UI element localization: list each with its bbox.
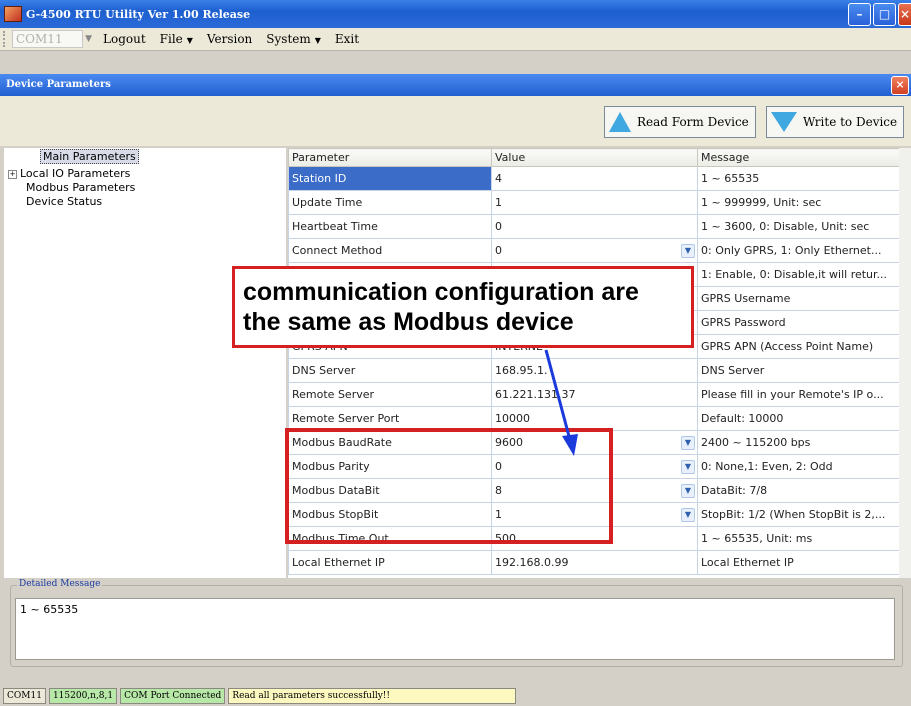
chevron-down-icon: ▼ <box>186 36 193 45</box>
parameter-tree: Main Parameters + Local IO Parameters Mod… <box>4 148 286 578</box>
menu-version[interactable]: Version <box>207 32 252 46</box>
status-message: Read all parameters successfully!! <box>228 688 517 704</box>
detailed-message-group: Detailed Message 1 ~ 65535 <box>10 579 903 667</box>
download-icon <box>771 112 797 132</box>
app-icon <box>4 6 22 22</box>
annotation-arrow <box>544 349 578 456</box>
detailed-message-text: 1 ~ 65535 <box>15 598 895 660</box>
menu-exit[interactable]: Exit <box>335 32 359 46</box>
toolbar-grip-icon <box>3 31 8 47</box>
status-bar: COM11 115200,n,8,1 COM Port Connected Re… <box>0 686 911 706</box>
table-row[interactable]: DNS Server 168.95.1. DNS Server <box>288 358 908 383</box>
dropdown-arrow-icon[interactable]: ▼ <box>681 244 695 258</box>
table-row[interactable]: Station ID 4 1 ~ 65535 <box>288 166 908 191</box>
read-from-device-button[interactable]: Read Form Device <box>604 106 756 138</box>
annotation-line-1: communication configuration are <box>243 278 639 306</box>
table-row[interactable]: Remote Server 61.221.131.37 Please fill in… <box>288 382 908 407</box>
grid-header-row: Parameter Value Message <box>288 148 908 167</box>
window-title: G-4500 RTU Utility Ver 1.00 Release <box>26 7 251 21</box>
status-setting: 115200,n,8,1 <box>48 688 118 704</box>
dialog-close-button[interactable]: × <box>891 76 909 95</box>
minimize-button[interactable]: – <box>848 3 871 26</box>
table-row[interactable]: Heartbeat Time 0 1 ~ 3600, 0: Disable, Uni… <box>288 214 908 239</box>
close-button[interactable]: × <box>898 3 911 26</box>
com-port-select[interactable]: COM11 ▼ <box>12 30 92 48</box>
column-header-message[interactable]: Message <box>697 148 908 167</box>
tree-item-modbus-parameters[interactable]: Modbus Parameters <box>26 181 135 195</box>
write-to-device-button[interactable]: Write to Device <box>766 106 905 138</box>
annotation-line-2: the same as Modbus device <box>243 308 574 336</box>
title-bar: G-4500 RTU Utility Ver 1.00 Release – □ … <box>0 0 911 28</box>
status-connection: COM Port Connected <box>120 688 226 704</box>
detailed-message-label: Detailed Message <box>17 579 103 589</box>
dropdown-arrow-icon[interactable]: ▼ <box>681 436 695 450</box>
dropdown-arrow-icon[interactable]: ▼ <box>681 484 695 498</box>
tree-item-main-parameters[interactable]: Main Parameters <box>40 149 139 164</box>
table-row[interactable]: Remote Server Port 10000 Default: 10000 <box>288 406 908 431</box>
grid-scrollbar[interactable] <box>899 148 911 578</box>
expand-icon[interactable]: + <box>8 169 17 179</box>
dropdown-arrow-icon[interactable]: ▼ <box>681 460 695 474</box>
window-controls: – □ × <box>848 3 911 26</box>
status-port: COM11 <box>3 688 46 704</box>
tree-item-device-status[interactable]: Device Status <box>26 195 102 209</box>
dialog-header: Device Parameters × <box>0 74 911 96</box>
table-row[interactable]: Local Ethernet IP 192.168.0.99 Local Ether… <box>288 550 908 575</box>
tree-item-local-io-parameters[interactable]: + Local IO Parameters <box>8 167 130 181</box>
annotation-callout: communication configuration are the same… <box>232 266 694 348</box>
dropdown-arrow-icon[interactable]: ▼ <box>681 508 695 522</box>
menu-file[interactable]: File ▼ <box>160 32 193 46</box>
table-row[interactable]: Connect Method 0 ▼ 0: Only GPRS, 1: Only Et… <box>288 238 908 263</box>
menu-logout[interactable]: Logout <box>103 32 146 46</box>
chevron-down-icon: ▼ <box>314 36 321 45</box>
dialog-title: Device Parameters <box>6 79 111 90</box>
column-header-parameter[interactable]: Parameter <box>288 148 492 167</box>
column-header-value[interactable]: Value <box>491 148 698 167</box>
toolstrip: Read Form Device Write to Device <box>0 96 911 146</box>
upload-icon <box>609 112 631 132</box>
maximize-button[interactable]: □ <box>873 3 896 26</box>
menu-system[interactable]: System ▼ <box>266 32 321 46</box>
table-row[interactable]: Update Time 1 1 ~ 999999, Unit: sec <box>288 190 908 215</box>
menu-bar: COM11 ▼ Logout File ▼ Version System ▼ Exit <box>0 28 911 51</box>
chevron-down-icon: ▼ <box>85 34 92 44</box>
